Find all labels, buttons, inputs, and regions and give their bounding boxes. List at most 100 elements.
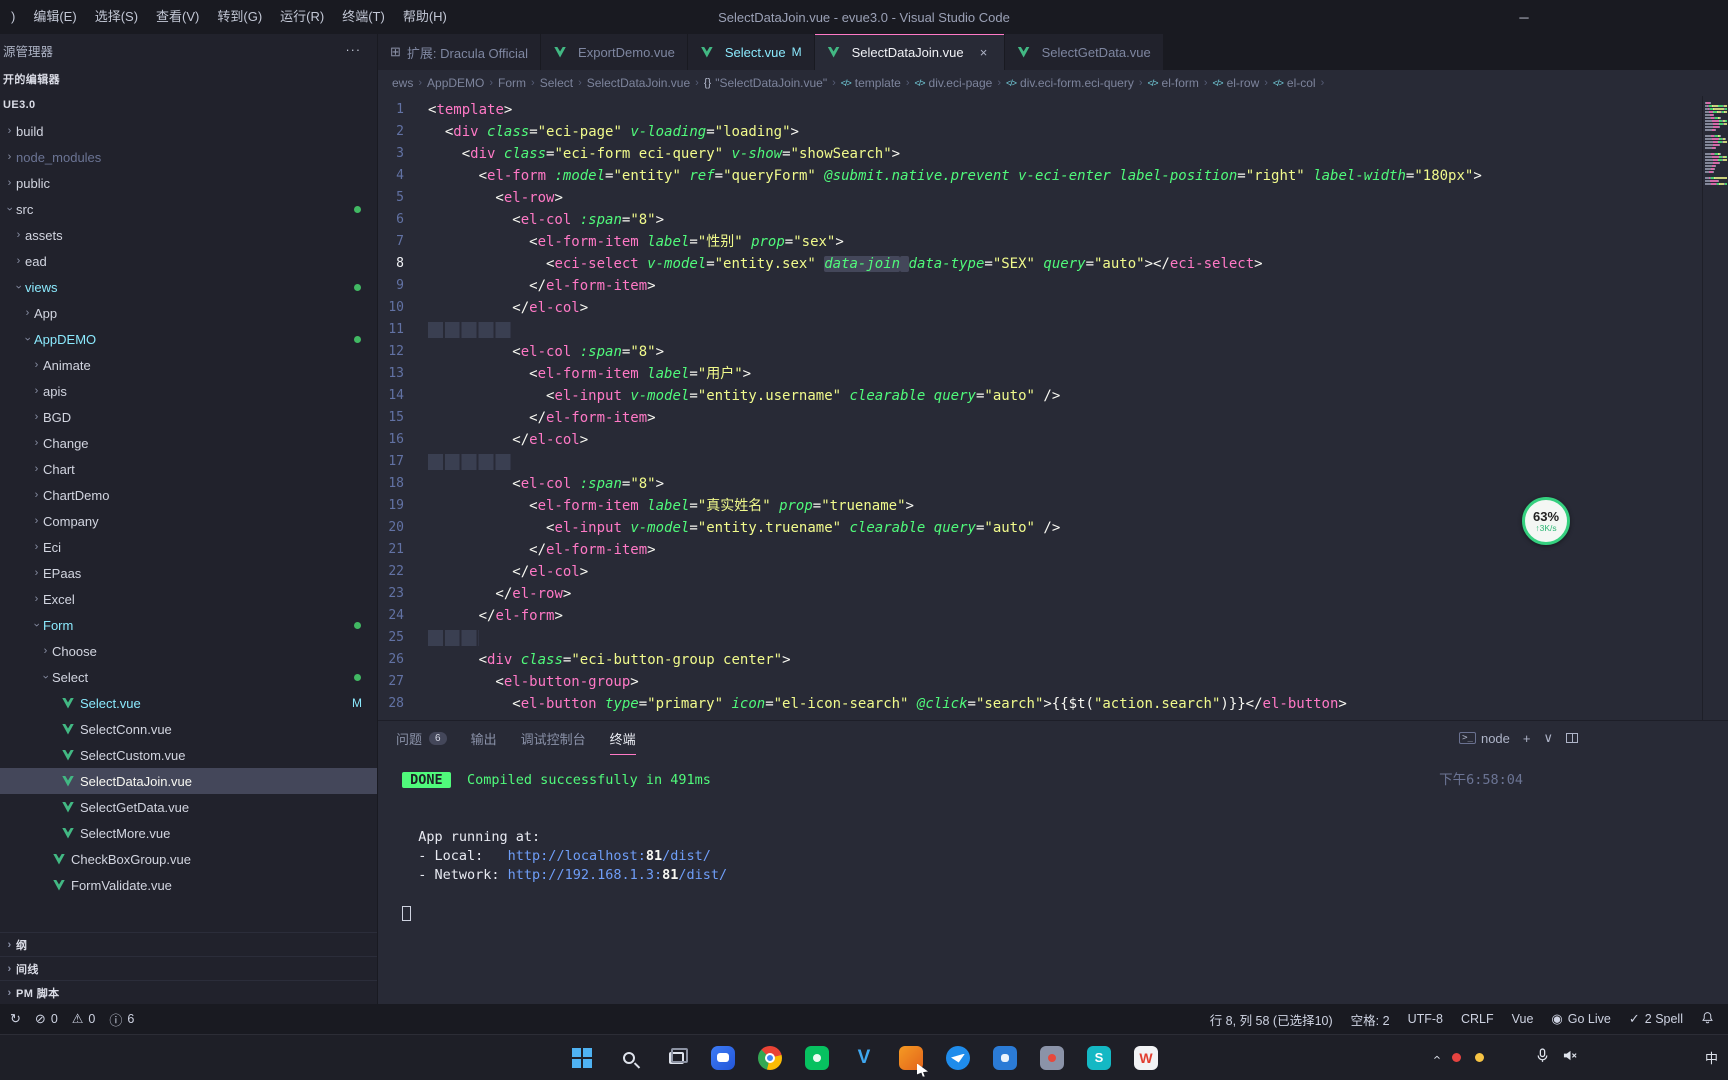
tree-item-AppDEMO[interactable]: › AppDEMO [0, 326, 377, 352]
tree-item-views[interactable]: › views [0, 274, 377, 300]
terminal-output[interactable]: 下午6:58:04 DONE Compiled successfully in … [378, 755, 1728, 1004]
menu-item[interactable]: 编辑(E) [24, 0, 85, 34]
taskbar-button-task-view[interactable] [657, 1039, 695, 1077]
status-item-UTF-8[interactable]: UTF-8 [1408, 1012, 1443, 1026]
panel-tab-终端[interactable]: 终端 [610, 721, 636, 755]
taskbar-button-app-teal[interactable]: S [1080, 1039, 1118, 1077]
tree-item-Choose[interactable]: › Choose [0, 638, 377, 664]
terminal-shell-select[interactable]: >_ node [1459, 731, 1510, 746]
taskbar-button-app-grey[interactable] [1033, 1039, 1071, 1077]
tab-SelectGetData.vue[interactable]: SelectGetData.vue [1004, 34, 1164, 70]
tree-item-BGD[interactable]: › BGD [0, 404, 377, 430]
status-item-CRLF[interactable]: CRLF [1461, 1012, 1494, 1026]
breadcrumb-item[interactable]: </> el-form [1148, 76, 1199, 90]
breadcrumb-item[interactable]: ews [392, 76, 413, 90]
status-item-0[interactable]: ⚠ 0 [72, 1011, 96, 1027]
tree-item-Select[interactable]: › Select [0, 664, 377, 690]
panel-tab-输出[interactable]: 输出 [471, 721, 497, 755]
tree-item-build[interactable]: › build [0, 118, 377, 144]
more-actions-icon[interactable]: ··· [346, 43, 362, 57]
editor[interactable]: 1 <template> 2 <div class="eci-page" v-loa… [378, 96, 1728, 720]
open-editors-section[interactable]: 开的编辑器 [0, 66, 377, 92]
menu-item[interactable]: 运行(R) [271, 0, 333, 34]
tab-扩展: Dracula Official[interactable]: ⊞ 扩展: Dracula Official [378, 34, 542, 70]
network-speed-badge[interactable]: 63% ↑3K/s [1522, 497, 1570, 545]
tree-item-src[interactable]: › src [0, 196, 377, 222]
taskbar-button-app-blue[interactable] [986, 1039, 1024, 1077]
panel-tab-调试控制台[interactable]: 调试控制台 [521, 721, 586, 755]
breadcrumb-item[interactable]: Select [540, 76, 573, 90]
taskbar-button-start[interactable] [563, 1039, 601, 1077]
tree-item-Excel[interactable]: › Excel [0, 586, 377, 612]
terminal-dropdown-button[interactable]: ∨ [1543, 730, 1553, 746]
status-item-0[interactable]: ⊘ 0 [35, 1011, 58, 1027]
taskbar-button-chrome[interactable] [751, 1039, 789, 1077]
tree-item-assets[interactable]: › assets [0, 222, 377, 248]
tray-yellow-dot-icon[interactable] [1475, 1053, 1484, 1062]
tree-item-node_modules[interactable]: › node_modules [0, 144, 377, 170]
breadcrumb-item[interactable]: {} "SelectDataJoin.vue" [704, 76, 827, 90]
minimap[interactable] [1702, 96, 1728, 720]
sidebar-section-PM 脚本[interactable]: › PM 脚本 [0, 980, 377, 1004]
close-tab-icon[interactable]: × [976, 45, 992, 60]
split-terminal-button[interactable] [1566, 733, 1578, 743]
tree-item-ead[interactable]: › ead [0, 248, 377, 274]
breadcrumb-item[interactable]: </> el-row [1213, 76, 1260, 90]
tree-item-SelectDataJoin.vue[interactable]: SelectDataJoin.vue [0, 768, 377, 794]
tray-expand-icon[interactable]: › [1428, 1055, 1443, 1059]
speaker-muted-icon[interactable] [1563, 1049, 1578, 1067]
tree-item-Chart[interactable]: › Chart [0, 456, 377, 482]
status-item-2 Spell[interactable]: ✓ 2 Spell [1629, 1011, 1683, 1027]
tab-SelectDataJoin.vue[interactable]: SelectDataJoin.vue × [814, 34, 1005, 70]
tray-red-dot-icon[interactable] [1452, 1053, 1461, 1062]
code-area[interactable]: 1 <template> 2 <div class="eci-page" v-loa… [378, 96, 1702, 720]
status-item-6[interactable]: ⓘ 6 [109, 1010, 134, 1029]
tree-item-Change[interactable]: › Change [0, 430, 377, 456]
breadcrumb-item[interactable]: </> div.eci-page [915, 76, 993, 90]
menu-item[interactable]: 帮助(H) [394, 0, 456, 34]
taskbar-button-chat[interactable] [704, 1039, 742, 1077]
tree-item-SelectGetData.vue[interactable]: SelectGetData.vue [0, 794, 377, 820]
microphone-icon[interactable] [1536, 1047, 1549, 1068]
tree-item-Animate[interactable]: › Animate [0, 352, 377, 378]
breadcrumb-item[interactable]: SelectDataJoin.vue [587, 76, 690, 90]
tree-item-SelectConn.vue[interactable]: SelectConn.vue [0, 716, 377, 742]
taskbar-button-wps[interactable]: W [1127, 1039, 1165, 1077]
breadcrumb-item[interactable]: </> template [841, 76, 901, 90]
tree-item-CheckBoxGroup.vue[interactable]: CheckBoxGroup.vue [0, 846, 377, 872]
status-item-空格: 2[interactable]: 空格: 2 [1351, 1010, 1390, 1029]
tree-item-App[interactable]: › App [0, 300, 377, 326]
tree-item-public[interactable]: › public [0, 170, 377, 196]
status-item-Vue[interactable]: Vue [1512, 1012, 1534, 1026]
sidebar-section-间线[interactable]: › 间线 [0, 956, 377, 980]
tab-ExportDemo.vue[interactable]: ExportDemo.vue [541, 34, 688, 70]
taskbar-button-wechat-devtools[interactable] [798, 1039, 836, 1077]
tree-item-Company[interactable]: › Company [0, 508, 377, 534]
breadcrumb-item[interactable]: </> el-col [1273, 76, 1316, 90]
taskbar-button-dingtalk[interactable] [939, 1039, 977, 1077]
menu-item[interactable]: 选择(S) [86, 0, 147, 34]
status-item-bell-icon[interactable] [1701, 1011, 1714, 1027]
minimize-button[interactable]: ─ [1502, 0, 1546, 34]
tree-item-EPaas[interactable]: › EPaas [0, 560, 377, 586]
breadcrumb-item[interactable]: Form [498, 76, 526, 90]
workspace-section[interactable]: UE3.0 [0, 92, 377, 118]
menu-item[interactable]: 终端(T) [333, 0, 394, 34]
menu-item[interactable]: 查看(V) [147, 0, 208, 34]
status-item-Go Live[interactable]: ◉ Go Live [1551, 1011, 1610, 1027]
taskbar-button-vscode[interactable]: V [845, 1039, 883, 1077]
taskbar-button-search[interactable] [610, 1039, 648, 1077]
tree-item-Form[interactable]: › Form [0, 612, 377, 638]
tree-item-Eci[interactable]: › Eci [0, 534, 377, 560]
ime-indicator[interactable]: 中 [1705, 1048, 1718, 1067]
menu-item[interactable]: ) [2, 0, 24, 34]
tab-Select.vue[interactable]: Select.vue M [687, 34, 815, 70]
sidebar-section-纲[interactable]: › 纲 [0, 932, 377, 956]
tree-item-SelectCustom.vue[interactable]: SelectCustom.vue [0, 742, 377, 768]
status-item-行 8, 列 58 (已选择10)[interactable]: 行 8, 列 58 (已选择10) [1210, 1010, 1333, 1029]
tree-item-Select.vue[interactable]: Select.vue M [0, 690, 377, 716]
new-terminal-button[interactable]: + [1523, 731, 1531, 746]
tree-item-apis[interactable]: › apis [0, 378, 377, 404]
status-item-sync-icon[interactable]: ↻ [10, 1011, 21, 1027]
tree-item-FormValidate.vue[interactable]: FormValidate.vue [0, 872, 377, 898]
